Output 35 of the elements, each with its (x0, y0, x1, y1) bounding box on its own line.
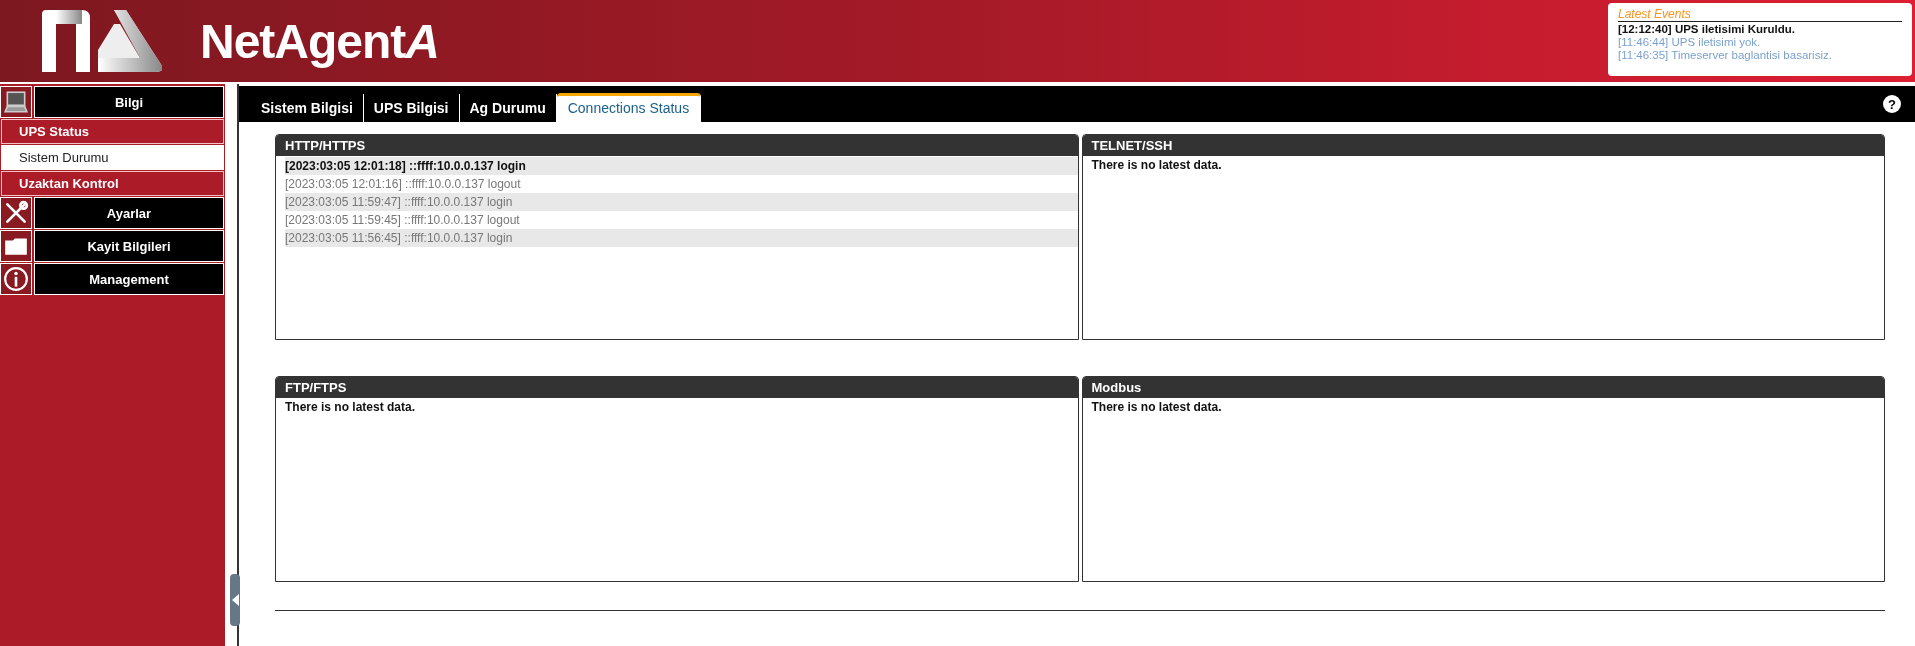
folder-icon (0, 230, 32, 262)
panel-title: TELNET/SSH (1082, 135, 1884, 156)
menu-item[interactable]: Sistem Durumu (1, 145, 224, 170)
panel-title: HTTP/HTTPS (276, 135, 1078, 156)
menu-item[interactable]: UPS Status (1, 119, 224, 144)
log-row: [2023:03:05 11:59:47] ::ffff:10.0.0.137 login (285, 193, 1078, 211)
empty-message: There is no latest data. (1091, 399, 1223, 414)
panel-title: FTP/FTPS (276, 377, 1078, 398)
log-row: [2023:03:05 12:01:18] ::ffff:10.0.0.137 login (285, 157, 1078, 175)
menu-button[interactable]: Ayarlar (34, 197, 224, 229)
empty-message: There is no latest data. (1091, 157, 1223, 172)
menu-button[interactable]: Bilgi (34, 86, 224, 118)
log-row-text: [2023:03:05 12:01:16] ::ffff:10.0.0.137 logout (285, 176, 522, 193)
tab[interactable]: Ag Durumu (459, 94, 557, 122)
brand-name: NetAgentA (200, 13, 439, 69)
tab[interactable]: UPS Bilgisi (363, 94, 460, 122)
computer-icon (0, 86, 32, 118)
menu-button[interactable]: Kayit Bilgileri (34, 230, 224, 262)
tools-icon (0, 197, 32, 229)
tab[interactable]: Sistem Bilgisi (251, 94, 364, 122)
log-row: [2023:03:05 11:56:45] ::ffff:10.0.0.137 login (285, 229, 1078, 247)
tab[interactable]: Connections Status (556, 93, 702, 122)
panel-title: Modbus (1082, 377, 1884, 398)
events-title: Latest Events (1618, 7, 1902, 22)
event-entry: [12:12:40] UPS iletisimi Kuruldu. (1618, 23, 1796, 36)
event-entry: [11:46:44] UPS iletisimi yok. (1618, 36, 1762, 49)
menu-button[interactable]: Management (34, 263, 224, 295)
event-entry: [11:46:35] Timeserver baglantisi basarisiz. (1618, 49, 1833, 62)
empty-message: There is no latest data. (285, 399, 417, 414)
collapse-handle[interactable] (230, 574, 240, 626)
menu-item[interactable]: Uzaktan Kontrol (1, 171, 224, 196)
log-row-text: [2023:03:05 11:59:45] ::ffff:10.0.0.137 logout (285, 212, 521, 229)
help-icon[interactable]: ? (1883, 95, 1901, 113)
info-icon (0, 263, 32, 295)
logo-icon (42, 10, 162, 72)
